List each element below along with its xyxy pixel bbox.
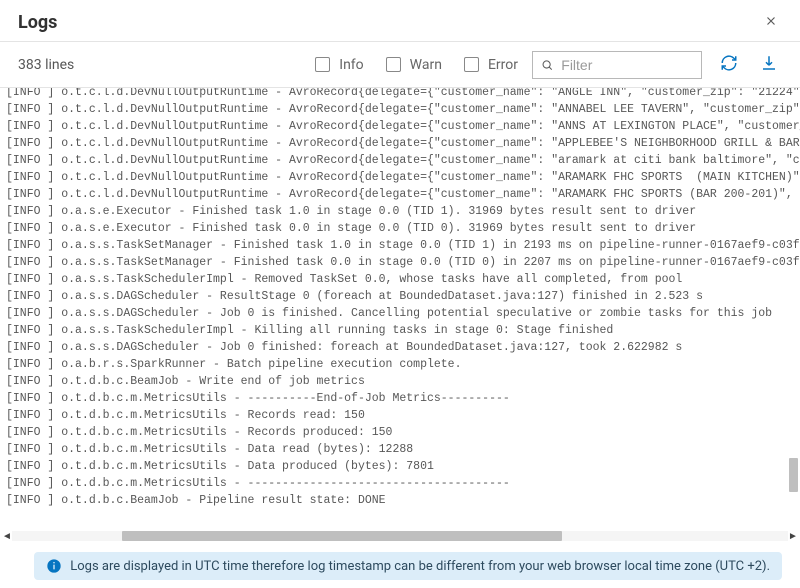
log-line: [INFO ] o.a.s.s.TaskSetManager - Finishe… — [6, 237, 794, 254]
log-line: [INFO ] o.a.s.s.DAGScheduler - ResultSta… — [6, 288, 794, 305]
download-icon — [760, 54, 778, 72]
toolbar: 383 lines Info Warn Error — [0, 42, 800, 88]
log-line: [INFO ] o.a.s.s.TaskSetManager - Finishe… — [6, 254, 794, 271]
line-count: 383 lines — [18, 57, 297, 73]
page-title: Logs — [18, 12, 57, 33]
v-scrollbar-thumb[interactable] — [789, 458, 798, 492]
log-line: [INFO ] o.t.d.b.c.BeamJob - Write end of… — [6, 373, 794, 390]
refresh-icon — [720, 54, 738, 72]
log-viewport[interactable]: [INFO ] o.t.c.l.d.DevNullOutputRuntime -… — [0, 88, 800, 530]
log-line: [INFO ] o.t.d.b.c.m.MetricsUtils - Data … — [6, 458, 794, 475]
log-line: [INFO ] o.a.s.s.TaskSchedulerImpl - Kill… — [6, 322, 794, 339]
download-button[interactable] — [756, 50, 782, 79]
info-label: Info — [339, 57, 363, 73]
log-line: [INFO ] o.t.c.l.d.DevNullOutputRuntime -… — [6, 135, 794, 152]
error-checkbox[interactable] — [464, 57, 479, 72]
level-error-check[interactable]: Error — [460, 54, 518, 75]
info-checkbox[interactable] — [315, 57, 330, 72]
log-line: [INFO ] o.t.d.b.c.m.MetricsUtils - Recor… — [6, 407, 794, 424]
warn-label: Warn — [410, 57, 442, 73]
log-line: [INFO ] o.t.d.b.c.m.MetricsUtils - Data … — [6, 441, 794, 458]
warn-checkbox[interactable] — [386, 57, 401, 72]
log-content: [INFO ] o.t.c.l.d.DevNullOutputRuntime -… — [0, 88, 800, 509]
log-line: [INFO ] o.a.s.s.DAGScheduler - Job 0 fin… — [6, 339, 794, 356]
log-line: [INFO ] o.t.d.b.c.m.MetricsUtils - -----… — [6, 475, 794, 492]
log-line: [INFO ] o.t.c.l.d.DevNullOutputRuntime -… — [6, 152, 794, 169]
log-line: [INFO ] o.t.c.l.d.DevNullOutputRuntime -… — [6, 118, 794, 135]
h-scrollbar-track[interactable] — [12, 531, 788, 541]
level-filters: Info Warn Error — [311, 54, 518, 75]
log-line: [INFO ] o.t.c.l.d.DevNullOutputRuntime -… — [6, 169, 794, 186]
filter-input-wrap[interactable] — [532, 51, 702, 79]
log-line: [INFO ] o.a.s.e.Executor - Finished task… — [6, 203, 794, 220]
log-line: [INFO ] o.t.d.b.c.BeamJob - Pipeline res… — [6, 492, 794, 509]
footer: Logs are displayed in UTC time therefore… — [0, 544, 800, 588]
h-scrollbar[interactable]: ◄ ► — [0, 530, 800, 544]
search-icon — [541, 58, 553, 72]
close-icon — [764, 14, 778, 28]
h-scrollbar-thumb[interactable] — [122, 531, 562, 541]
log-line: [INFO ] o.t.d.b.c.m.MetricsUtils - Recor… — [6, 424, 794, 441]
log-line: [INFO ] o.a.s.s.TaskSchedulerImpl - Remo… — [6, 271, 794, 288]
refresh-button[interactable] — [716, 50, 742, 79]
info-icon — [46, 558, 62, 574]
log-line: [INFO ] o.t.c.l.d.DevNullOutputRuntime -… — [6, 88, 794, 101]
error-label: Error — [488, 57, 518, 73]
log-line: [INFO ] o.a.s.e.Executor - Finished task… — [6, 220, 794, 237]
log-line: [INFO ] o.a.b.r.s.SparkRunner - Batch pi… — [6, 356, 794, 373]
close-button[interactable] — [760, 10, 782, 35]
log-line: [INFO ] o.t.d.b.c.m.MetricsUtils - -----… — [6, 390, 794, 407]
filter-input[interactable] — [559, 56, 693, 74]
log-line: [INFO ] o.a.s.s.DAGScheduler - Job 0 is … — [6, 305, 794, 322]
level-info-check[interactable]: Info — [311, 54, 363, 75]
timezone-text: Logs are displayed in UTC time therefore… — [70, 559, 770, 574]
level-warn-check[interactable]: Warn — [382, 54, 442, 75]
log-line: [INFO ] o.t.c.l.d.DevNullOutputRuntime -… — [6, 101, 794, 118]
header: Logs — [0, 0, 800, 42]
scroll-left-arrow[interactable]: ◄ — [2, 531, 12, 542]
timezone-notice: Logs are displayed in UTC time therefore… — [34, 552, 782, 580]
scroll-right-arrow[interactable]: ► — [788, 531, 798, 542]
log-line: [INFO ] o.t.c.l.d.DevNullOutputRuntime -… — [6, 186, 794, 203]
